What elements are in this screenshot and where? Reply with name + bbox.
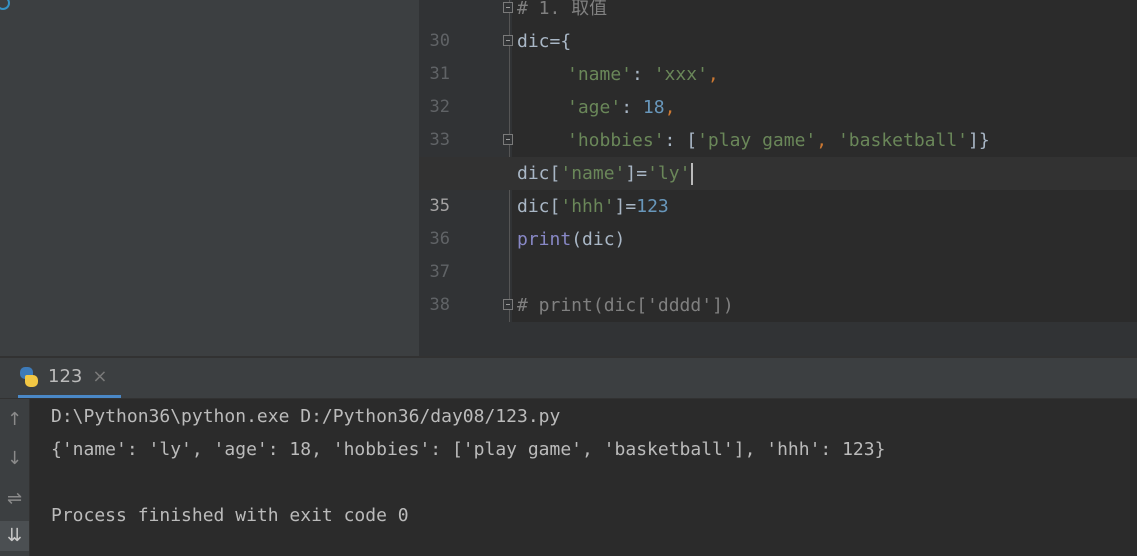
string-token: 'name'	[560, 163, 626, 184]
code-line-30[interactable]: 30 # 1. 取值	[419, 0, 1137, 51]
code-text: :	[621, 97, 643, 118]
code-line-38[interactable]: 38	[419, 256, 1137, 315]
fold-icon[interactable]	[503, 35, 513, 46]
comma-token: ,	[816, 130, 838, 151]
scroll-up-icon[interactable]: ↑	[0, 405, 29, 435]
string-token: 'hhh'	[560, 196, 615, 217]
code-text: : [	[664, 130, 698, 151]
fold-icon[interactable]	[503, 134, 513, 145]
scroll-to-end-icon[interactable]: ⇊	[0, 521, 29, 551]
code-text: (dic)	[571, 229, 626, 250]
code-line-35[interactable]: 35 dic['name']='ly'	[419, 157, 1137, 216]
spinner-icon	[0, 0, 10, 10]
comma-token: ,	[664, 97, 676, 118]
project-panel	[0, 0, 419, 356]
code-text: ]=	[614, 196, 637, 217]
fold-icon[interactable]	[503, 299, 513, 310]
code-line-39[interactable]: 39 # print(dic['dddd'])	[419, 289, 1137, 348]
code-text: dic[	[517, 196, 561, 217]
console-line: D:\Python36\python.exe D:/Python36/day08…	[51, 406, 561, 427]
python-icon	[18, 366, 40, 388]
string-token: 'ly'	[647, 163, 691, 184]
console-line: {'name': 'ly', 'age': 18, 'hobbies': ['p…	[51, 439, 886, 460]
fold-icon[interactable]	[503, 2, 513, 13]
number-token: 123	[636, 196, 669, 217]
comma-token: ,	[707, 64, 719, 85]
console-output[interactable]: D:\Python36\python.exe D:/Python36/day08…	[30, 399, 1137, 556]
code-line-32[interactable]: 32 'name': 'xxx',	[419, 58, 1137, 117]
code-line-36[interactable]: 36 dic['hhh']=123	[419, 190, 1137, 249]
builtin-token: print	[517, 229, 572, 250]
text-caret	[691, 163, 694, 185]
close-icon[interactable]: ×	[92, 366, 107, 387]
code-line-33[interactable]: 33 'age': 18,	[419, 91, 1137, 150]
code-line-37[interactable]: 37 print(dic)	[419, 223, 1137, 282]
run-toolbar: ↑ ↓ ⇌ ⇊	[0, 399, 30, 556]
code-text: ]=	[625, 163, 648, 184]
string-token: 'play game'	[697, 130, 817, 151]
string-token: 'age'	[567, 97, 622, 118]
code-line-34[interactable]: 34 'hobbies': ['play game', 'basketball'…	[419, 124, 1137, 183]
editor-bottom-area	[419, 322, 1137, 356]
string-token: 'xxx'	[653, 64, 708, 85]
run-tool-window-header: 123 ×	[0, 358, 1137, 399]
number-token: 18	[642, 97, 665, 118]
comment-text: # 1. 取值	[517, 0, 608, 19]
string-token: 'hobbies'	[567, 130, 665, 151]
code-text: ]}	[968, 130, 990, 151]
run-tab[interactable]: 123 ×	[18, 358, 122, 398]
run-tab-label: 123	[48, 366, 83, 387]
code-line-31[interactable]: 31 dic={	[419, 25, 1137, 84]
string-token: 'basketball'	[837, 130, 969, 151]
code-text: dic={	[517, 31, 572, 52]
soft-wrap-icon[interactable]: ⇌	[0, 484, 29, 514]
console-line: Process finished with exit code 0	[51, 505, 409, 526]
string-token: 'name'	[567, 64, 633, 85]
comment-text: # print(dic['dddd'])	[517, 295, 734, 316]
code-text: dic[	[517, 163, 561, 184]
code-editor[interactable]: 30 # 1. 取值 31 dic={ 32 'name': 'xxx', 33…	[419, 0, 1137, 348]
code-text: :	[632, 64, 654, 85]
scroll-down-icon[interactable]: ↓	[0, 444, 29, 474]
